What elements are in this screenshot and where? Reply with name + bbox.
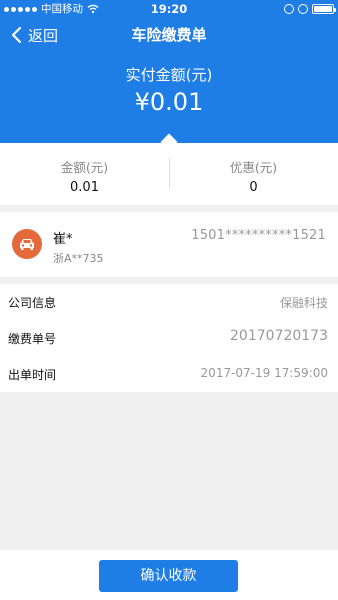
license-plate: 浙A**735 bbox=[53, 252, 104, 265]
info-value: 20170720173 bbox=[230, 328, 328, 344]
bottom-bar: 确认收款 bbox=[0, 550, 338, 600]
confirm-payment-button[interactable]: 确认收款 bbox=[99, 560, 238, 592]
order-info: 公司信息 保融科技 缴费单号 20170720173 出单时间 2017-07-… bbox=[0, 284, 338, 392]
customer-name: 崔* bbox=[53, 232, 73, 247]
alarm-icon bbox=[298, 4, 308, 14]
discount-column: 优惠(元) 0 bbox=[169, 157, 338, 195]
info-row-order-number: 缴费单号 20170720173 bbox=[0, 320, 338, 356]
info-value: 2017-07-19 17:59:00 bbox=[200, 366, 328, 380]
battery-icon bbox=[312, 4, 336, 14]
amount-label: 金额(元) bbox=[60, 160, 109, 175]
nav-bar: 返回 车险缴费单 bbox=[0, 18, 338, 52]
car-icon bbox=[20, 239, 34, 250]
orientation-lock-icon bbox=[284, 4, 294, 14]
customer-card: 崔* 浙A**735 1501**********1521 bbox=[0, 212, 338, 277]
paid-amount-value: ¥0.01 bbox=[134, 88, 204, 116]
customer-phone: 1501**********1521 bbox=[191, 228, 326, 243]
discount-label: 优惠(元) bbox=[229, 160, 278, 175]
amount-value: 0.01 bbox=[70, 180, 99, 195]
info-value: 保融科技 bbox=[279, 296, 328, 310]
info-label: 缴费单号 bbox=[8, 332, 57, 346]
amount-summary: 金额(元) 0.01 优惠(元) 0 bbox=[0, 143, 338, 205]
status-bar: 中国移动 19:20 bbox=[0, 0, 338, 18]
paid-amount-label: 实付金额(元) bbox=[125, 66, 213, 84]
info-label: 公司信息 bbox=[8, 296, 57, 310]
amount-column: 金额(元) 0.01 bbox=[0, 157, 169, 195]
info-row-company: 公司信息 保融科技 bbox=[0, 284, 338, 320]
page-title: 车险缴费单 bbox=[131, 26, 207, 44]
avatar bbox=[12, 229, 42, 259]
info-label: 出单时间 bbox=[8, 368, 57, 382]
header: 中国移动 19:20 返回 车险缴费单 实付金额(元) ¥0.01 bbox=[0, 0, 338, 143]
info-row-issue-time: 出单时间 2017-07-19 17:59:00 bbox=[0, 356, 338, 392]
discount-value: 0 bbox=[249, 180, 258, 195]
